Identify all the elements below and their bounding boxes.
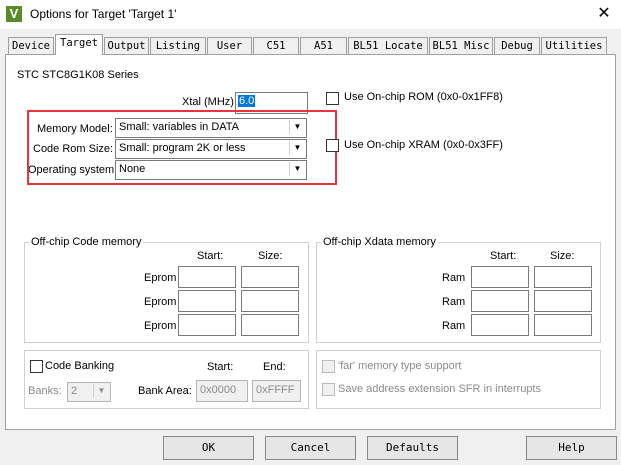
bank-start-header: Start:: [207, 361, 234, 373]
xtal-label: Xtal (MHz):: [182, 96, 237, 108]
bank-area-label: Bank Area:: [138, 385, 192, 397]
banks-label: Banks:: [28, 385, 62, 397]
cancel-button[interactable]: Cancel: [265, 436, 356, 460]
eprom-start-input[interactable]: [178, 266, 236, 288]
sfr-ext-label: Save address extension SFR in interrupts: [338, 383, 541, 395]
ram-label: Ram: [442, 296, 466, 308]
tab-bl51-locate[interactable]: BL51 Locate: [348, 37, 428, 55]
tab-utilities[interactable]: Utilities: [541, 37, 607, 55]
code-size-header: Size:: [258, 250, 283, 262]
eprom-size-input[interactable]: [241, 266, 299, 288]
ram-label: Ram: [442, 272, 466, 284]
tab-a51[interactable]: A51: [300, 37, 347, 55]
code-memory-title: Off-chip Code memory: [29, 236, 144, 248]
ram-start-input[interactable]: [471, 266, 529, 288]
ram-size-input[interactable]: [534, 266, 592, 288]
bank-area-end-input[interactable]: 0xFFFF: [252, 380, 301, 402]
code-banking-checkbox[interactable]: [30, 360, 43, 373]
tab-user[interactable]: User: [207, 37, 252, 55]
bank-area-start-input[interactable]: 0x0000: [196, 380, 248, 402]
eprom-label: Eprom: [144, 272, 177, 284]
tab-listing[interactable]: Listing: [150, 37, 206, 55]
tab-target[interactable]: Target: [55, 34, 103, 55]
far-memory-label: 'far' memory type support: [338, 360, 462, 372]
window-title: Options for Target 'Target 1': [30, 7, 177, 21]
bank-area-start-value: 0x0000: [200, 384, 237, 396]
chevron-down-icon: ▼: [93, 384, 109, 398]
tab-device[interactable]: Device: [8, 37, 54, 55]
ram-start-input[interactable]: [471, 290, 529, 312]
defaults-button[interactable]: Defaults: [367, 436, 458, 460]
sfr-ext-checkbox[interactable]: [322, 383, 335, 396]
ram-size-input[interactable]: [534, 314, 592, 336]
xtal-value: 6.0: [238, 95, 256, 107]
far-memory-checkbox[interactable]: [322, 360, 335, 373]
eprom-size-input[interactable]: [241, 314, 299, 336]
on-chip-xram-checkbox[interactable]: [326, 139, 339, 152]
xdata-start-header: Start:: [490, 250, 517, 262]
eprom-label: Eprom: [144, 320, 177, 332]
highlight-box: [27, 110, 337, 185]
on-chip-rom-checkbox[interactable]: [326, 92, 339, 105]
far-memory-group: [316, 350, 601, 409]
bank-area-end-value: 0xFFFF: [256, 384, 295, 396]
ram-label: Ram: [442, 320, 466, 332]
close-icon[interactable]: ✕: [592, 4, 616, 24]
tab-output[interactable]: Output: [104, 37, 149, 55]
eprom-start-input[interactable]: [178, 290, 236, 312]
xdata-memory-title: Off-chip Xdata memory: [321, 236, 438, 248]
help-button[interactable]: Help: [526, 436, 617, 460]
on-chip-xram-label: Use On-chip XRAM (0x0-0x3FF): [344, 139, 503, 151]
on-chip-rom-label: Use On-chip ROM (0x0-0x1FF8): [344, 91, 503, 103]
ok-button[interactable]: OK: [163, 436, 254, 460]
eprom-label: Eprom: [144, 296, 177, 308]
tab-c51[interactable]: C51: [253, 37, 299, 55]
bank-end-header: End:: [263, 361, 286, 373]
code-banking-label: Code Banking: [45, 360, 115, 372]
eprom-start-input[interactable]: [178, 314, 236, 336]
banks-value: 2: [71, 385, 78, 397]
keil-icon: V: [6, 6, 22, 22]
ram-size-input[interactable]: [534, 290, 592, 312]
ram-start-input[interactable]: [471, 314, 529, 336]
xdata-size-header: Size:: [550, 250, 575, 262]
tab-debug[interactable]: Debug: [494, 37, 540, 55]
eprom-size-input[interactable]: [241, 290, 299, 312]
tab-bl51-misc[interactable]: BL51 Misc: [429, 37, 493, 55]
code-start-header: Start:: [197, 250, 224, 262]
banks-select[interactable]: 2 ▼: [67, 382, 111, 402]
device-name: STC STC8G1K08 Series: [17, 69, 139, 81]
